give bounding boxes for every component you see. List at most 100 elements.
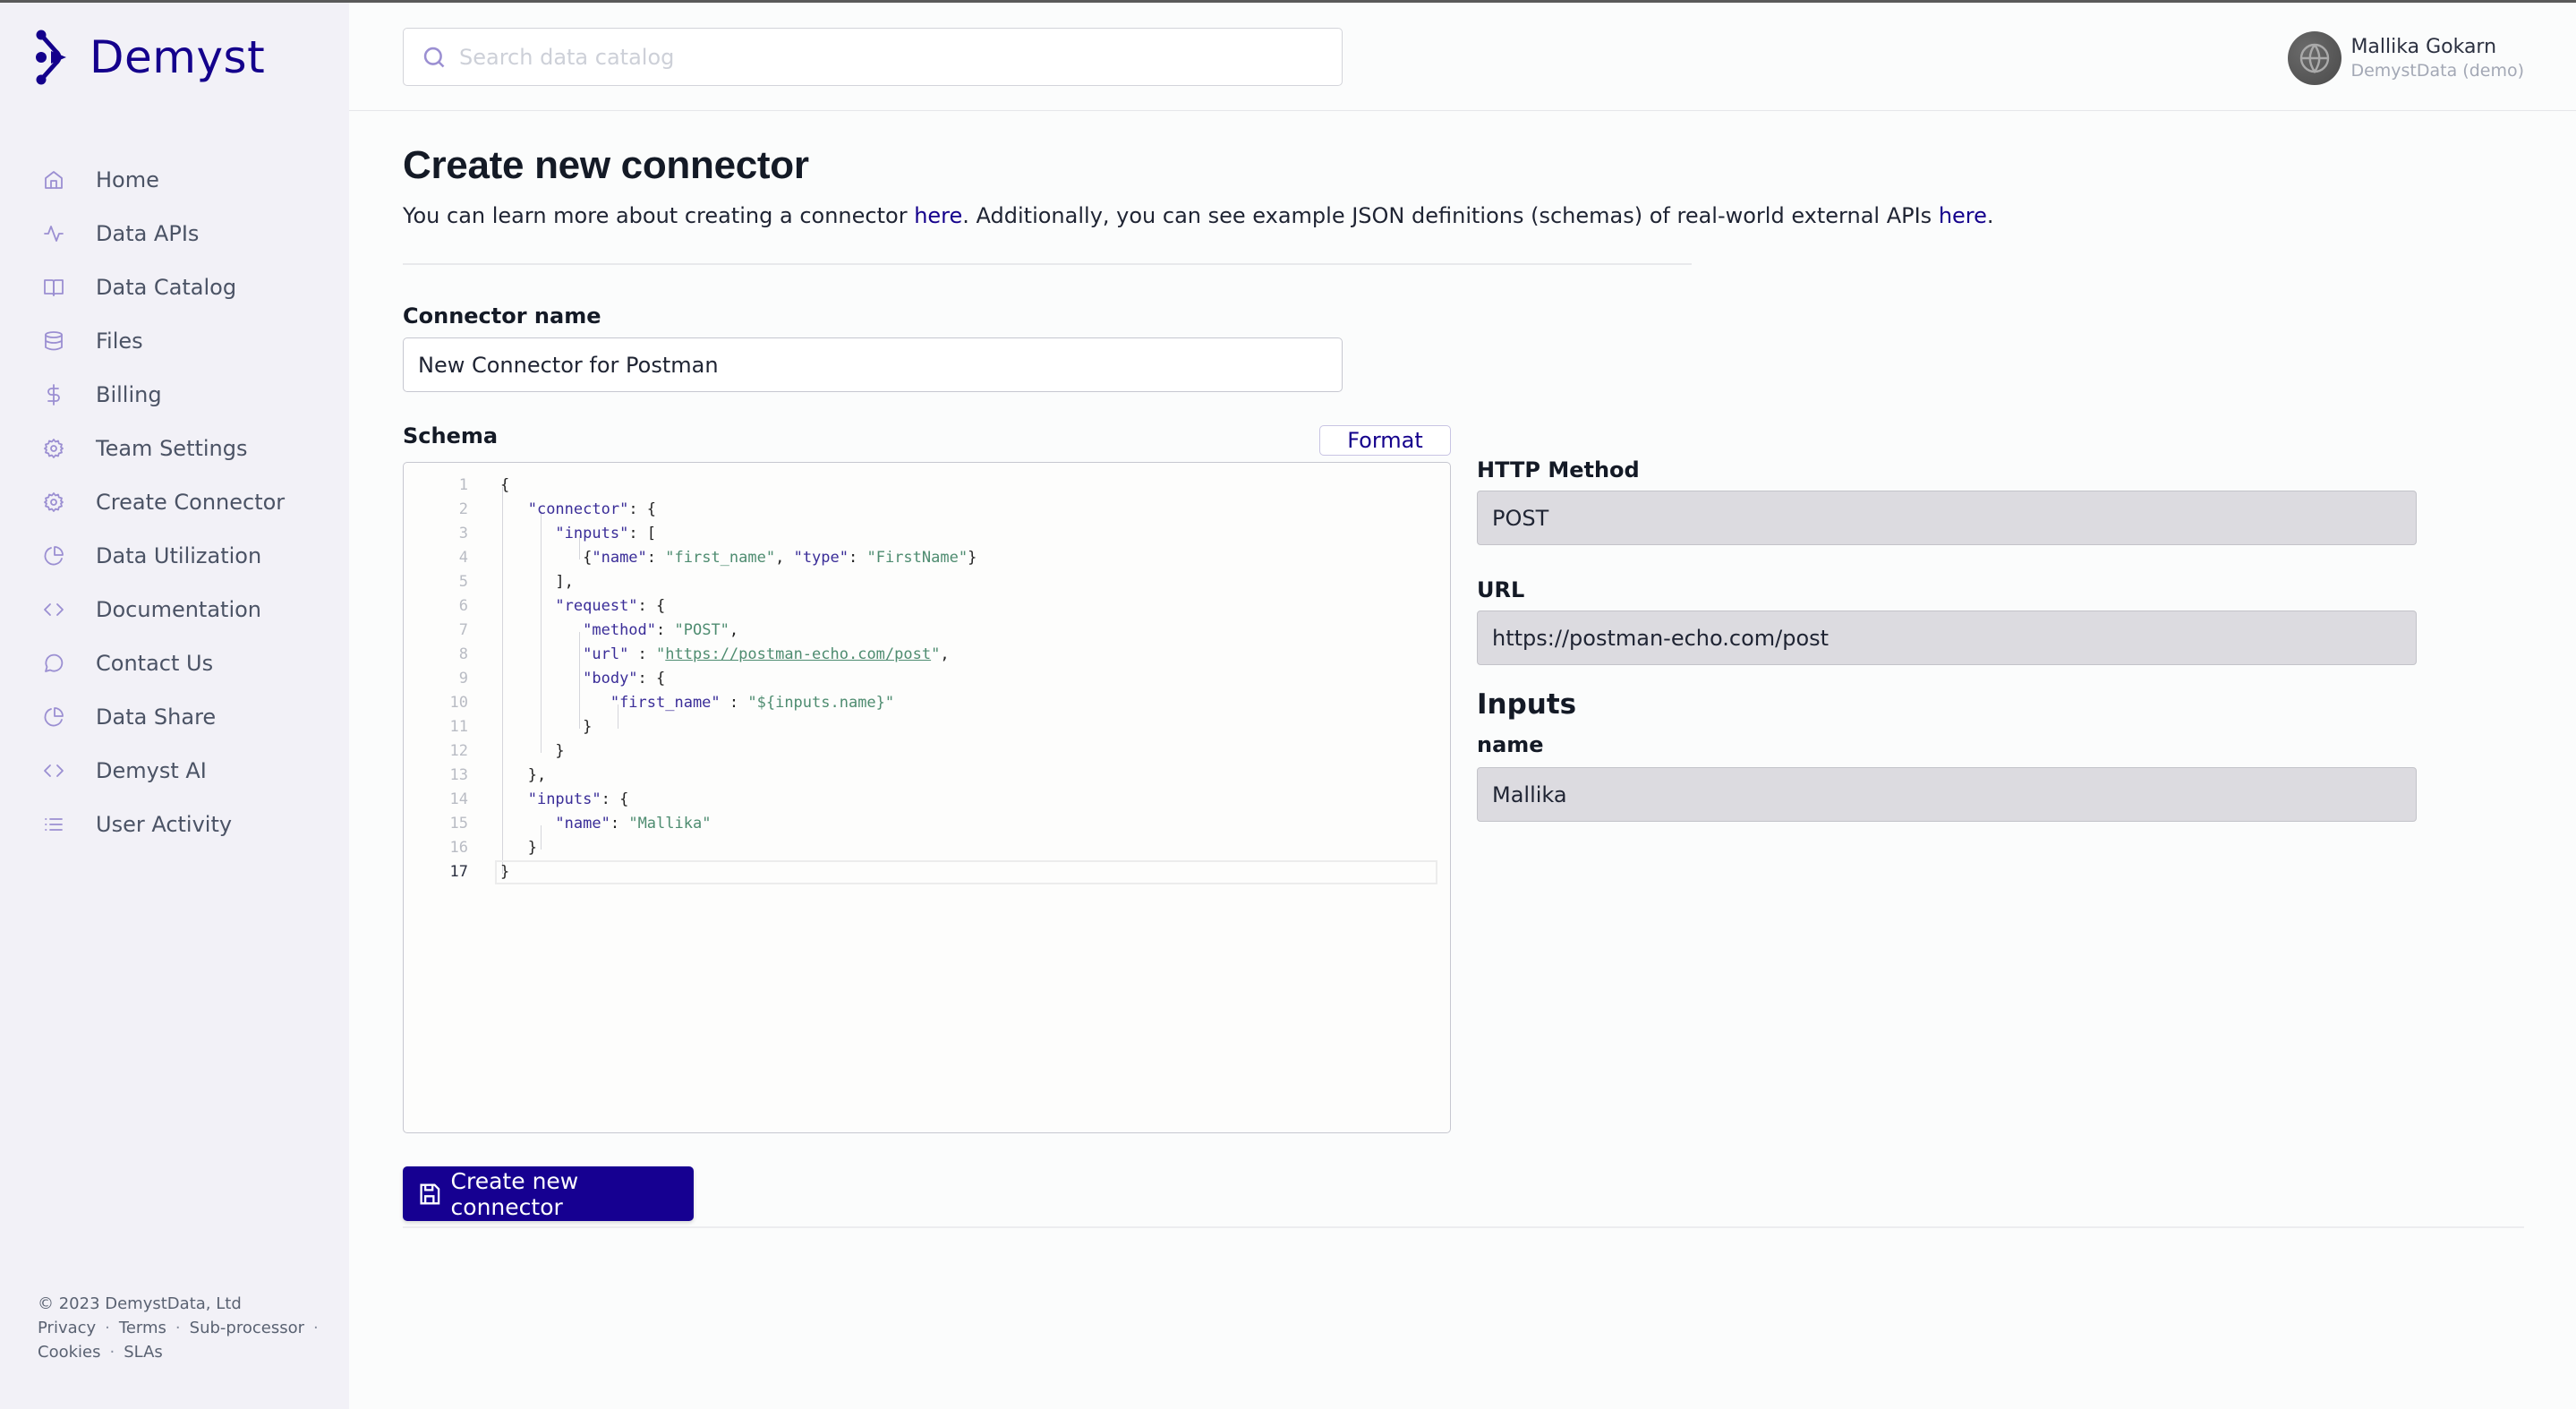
code-line[interactable]: 3 "inputs": [ [404, 522, 1450, 546]
copyright: © 2023 DemystData, Ltd [38, 1294, 242, 1313]
format-button[interactable]: Format [1319, 425, 1451, 456]
sidebar-item-home[interactable]: Home [36, 153, 285, 207]
code-line[interactable]: 7 "method": "POST", [404, 619, 1450, 643]
connector-name-input[interactable] [403, 337, 1343, 392]
create-connector-button[interactable]: Create new connector [403, 1166, 694, 1221]
input-name-label: name [1477, 732, 1544, 757]
sidebar-item-documentation[interactable]: Documentation [36, 583, 285, 636]
sidebar-item-data-utilization[interactable]: Data Utilization [36, 529, 285, 583]
learn-more-link[interactable]: here [914, 203, 962, 228]
sidebar-item-label: User Activity [96, 812, 233, 837]
code-text: "first_name" : "${inputs.name}" [610, 694, 895, 712]
code-text: } [500, 863, 510, 881]
line-number: 8 [458, 645, 468, 663]
separator-dot: · [105, 1319, 110, 1337]
code-text: "body": { [583, 670, 666, 687]
code-line[interactable]: 13 }, [404, 764, 1450, 788]
code-text: {"name": "first_name", "type": "FirstNam… [500, 549, 977, 567]
slas-link[interactable]: SLAs [124, 1343, 163, 1362]
code-text: { [500, 476, 510, 494]
cookies-link[interactable]: Cookies [38, 1343, 100, 1362]
logo[interactable]: Demyst [36, 30, 265, 85]
sidebar-item-label: Data Utilization [96, 543, 262, 568]
avatar[interactable] [2288, 31, 2342, 85]
book-icon [41, 275, 66, 300]
code-text: "url" : "https://postman-echo.com/post", [583, 645, 950, 663]
privacy-link[interactable]: Privacy [38, 1319, 96, 1337]
code-line[interactable]: 4 {"name": "first_name", "type": "FirstN… [404, 546, 1450, 570]
code-text: "name": "Mallika" [555, 815, 712, 833]
sidebar-item-label: Demyst AI [96, 758, 207, 783]
code-line[interactable]: 8 "url" : "https://postman-echo.com/post… [404, 643, 1450, 667]
code-line[interactable]: 12 } [404, 739, 1450, 764]
code-text: "inputs": [ [555, 525, 657, 542]
code-line[interactable]: 2 "connector": { [404, 498, 1450, 522]
schema-code-editor[interactable]: 1{2 "connector": {3 "inputs": [4 {"name"… [403, 462, 1451, 1133]
demyst-logo-icon [36, 30, 66, 85]
sidebar-item-label: Data APIs [96, 221, 200, 246]
activity-icon [41, 221, 66, 246]
intro-text-part: . Additionally, you can see example JSON… [962, 203, 1939, 228]
globe-icon [2300, 43, 2330, 74]
code-text: ], [500, 573, 574, 591]
example-schemas-link[interactable]: here [1939, 203, 1987, 228]
code-text: "method": "POST", [583, 621, 739, 639]
top-header: Mallika Gokarn DemystData (demo) [349, 3, 2576, 111]
sidebar-item-team-settings[interactable]: Team Settings [36, 422, 285, 475]
sidebar-item-label: Documentation [96, 597, 262, 622]
sidebar-footer: © 2023 DemystData, Ltd Privacy · Terms · Sub… [38, 1292, 328, 1364]
code-line[interactable]: 5 ], [404, 570, 1450, 594]
sidebar-item-label: Files [96, 329, 143, 354]
terms-link[interactable]: Terms [119, 1319, 166, 1337]
code-line[interactable]: 1{ [404, 474, 1450, 498]
http-method-field: POST [1477, 491, 2417, 545]
search-input[interactable] [459, 44, 1318, 70]
line-number: 12 [449, 742, 468, 760]
code-line[interactable]: 14 "inputs": { [404, 788, 1450, 812]
line-number: 14 [449, 790, 468, 808]
connector-name-label: Connector name [403, 303, 601, 329]
sidebar-item-contact-us[interactable]: Contact Us [36, 636, 285, 690]
divider [403, 263, 1692, 265]
code-line[interactable]: 17} [404, 860, 1450, 884]
separator-dot: · [313, 1319, 319, 1337]
dollar-icon [41, 382, 66, 407]
sidebar-item-data-catalog[interactable]: Data Catalog [36, 260, 285, 314]
gear-icon [41, 436, 66, 461]
http-method-label: HTTP Method [1477, 457, 1640, 482]
sidebar-item-user-activity[interactable]: User Activity [36, 798, 285, 851]
sidebar-item-data-share[interactable]: Data Share [36, 690, 285, 744]
line-number: 3 [458, 525, 468, 542]
line-number: 15 [449, 815, 468, 833]
sidebar: Demyst Home Data APIs Data Catalog Files… [0, 3, 349, 1409]
intro-text-part: . [1986, 203, 1994, 228]
sidebar-item-data-apis[interactable]: Data APIs [36, 207, 285, 260]
search-box[interactable] [403, 28, 1343, 86]
sidebar-item-files[interactable]: Files [36, 314, 285, 368]
sidebar-item-label: Create Connector [96, 490, 286, 515]
code-line[interactable]: 6 "request": { [404, 594, 1450, 619]
schema-label: Schema [403, 423, 499, 448]
user-menu[interactable]: Mallika Gokarn DemystData (demo) [2288, 31, 2524, 85]
line-number: 6 [458, 597, 468, 615]
code-line[interactable]: 9 "body": { [404, 667, 1450, 691]
sub-processor-link[interactable]: Sub-processor [190, 1319, 304, 1337]
line-number: 9 [458, 670, 468, 687]
intro-text: You can learn more about creating a conn… [403, 203, 1994, 228]
line-number: 7 [458, 621, 468, 639]
code-line[interactable]: 11 } [404, 715, 1450, 739]
code-line[interactable]: 15 "name": "Mallika" [404, 812, 1450, 836]
code-text: } [500, 742, 565, 760]
code-line[interactable]: 16 } [404, 836, 1450, 860]
code-line[interactable]: 10 "first_name" : "${inputs.name}" [404, 691, 1450, 715]
url-field: https://postman-echo.com/post [1477, 611, 2417, 665]
line-number: 1 [458, 476, 468, 494]
separator-dot: · [109, 1343, 115, 1362]
url-label: URL [1477, 577, 1525, 602]
sidebar-item-billing[interactable]: Billing [36, 368, 285, 422]
user-org: DemystData (demo) [2350, 61, 2524, 81]
code-text: "request": { [555, 597, 666, 615]
sidebar-item-label: Team Settings [96, 436, 248, 461]
sidebar-item-demyst-ai[interactable]: Demyst AI [36, 744, 285, 798]
sidebar-item-create-connector[interactable]: Create Connector [36, 475, 285, 529]
